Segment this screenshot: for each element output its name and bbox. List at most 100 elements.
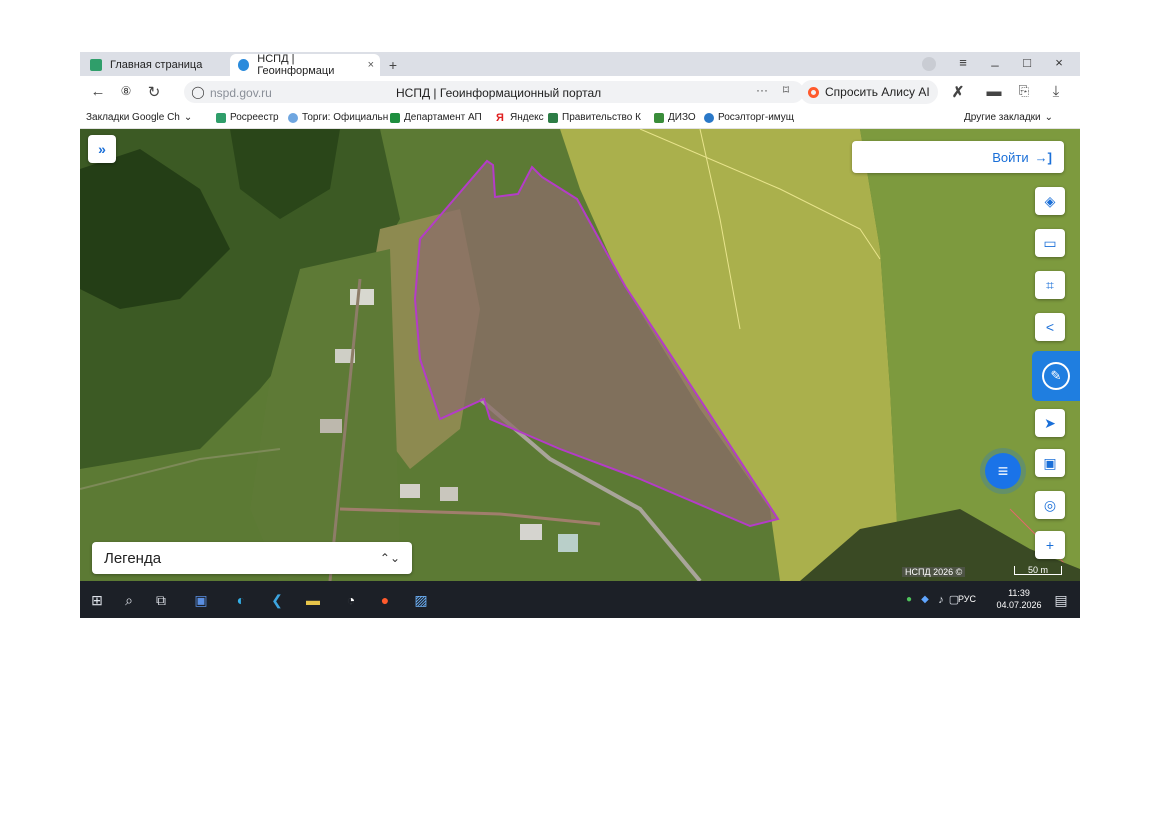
- protect-icon[interactable]: ⑧: [116, 84, 136, 98]
- clock-date: 04.07.2026: [996, 600, 1042, 610]
- layers-icon: ◈: [1044, 192, 1056, 209]
- legend-panel[interactable]: Легенда ⌃⌄: [92, 542, 412, 574]
- tab-label: Главная страница: [110, 59, 203, 71]
- zoom-in-button[interactable]: +: [1035, 531, 1065, 559]
- chat-icon: ✎: [1042, 362, 1070, 390]
- satellite-imagery: [80, 129, 1080, 581]
- more-icon[interactable]: ···: [752, 83, 772, 97]
- chevron-updown-icon: ⌃⌄: [379, 551, 400, 565]
- chevron-down-icon: ⌄: [183, 112, 193, 123]
- login-icon: →]: [1034, 149, 1052, 165]
- reload-icon[interactable]: ↻: [144, 83, 164, 101]
- print-button[interactable]: ▣: [1035, 449, 1065, 477]
- reading-mode-icon[interactable]: ▬: [984, 83, 1004, 100]
- bookmark-torgi[interactable]: Торги: Официальн: [288, 112, 388, 123]
- back-icon[interactable]: ←: [88, 83, 108, 100]
- print-icon: ▣: [1043, 454, 1057, 471]
- list-icon: ≡: [997, 460, 1009, 481]
- new-tab-button[interactable]: +: [384, 54, 402, 76]
- menu-icon[interactable]: ≡: [954, 55, 972, 70]
- start-icon[interactable]: ⊞: [88, 591, 106, 609]
- bookmark-google-chrome[interactable]: Закладки Google Ch ⌄: [86, 112, 192, 123]
- tab-label: НСПД | Геоинформаци: [257, 53, 335, 77]
- close-window-button[interactable]: ×: [1050, 55, 1068, 70]
- bookmark-rosreestr[interactable]: Росреестр: [216, 112, 279, 123]
- edge-icon[interactable]: ◐: [232, 591, 250, 609]
- chevron-down-icon: ⌄: [1044, 112, 1054, 123]
- language-indicator[interactable]: РУС: [958, 594, 976, 604]
- expand-panel-button[interactable]: »: [88, 135, 116, 163]
- menu-fab-button[interactable]: ≡: [985, 453, 1021, 489]
- task-view-icon[interactable]: ⧉: [152, 591, 170, 609]
- ruler-icon: ▭: [1043, 234, 1057, 251]
- bookmark-label: Правительство К: [562, 112, 641, 123]
- other-bookmarks[interactable]: Другие закладки ⌄: [964, 112, 1053, 123]
- bookmark-departament[interactable]: Департамент АП: [390, 112, 482, 123]
- other-bookmarks-label: Другие закладки: [964, 112, 1041, 123]
- browser-tab-bar: Главная страница НСПД | Геоинформаци × +…: [80, 52, 1080, 77]
- page-title: НСПД | Геоинформационный портал: [396, 86, 602, 100]
- dizo-icon: [654, 112, 664, 123]
- bookmark-label: Яндекс: [510, 112, 544, 123]
- clock[interactable]: 11:39 04.07.2026: [996, 587, 1042, 611]
- navigate-button[interactable]: ➤: [1035, 409, 1065, 437]
- select-area-button[interactable]: ⌗: [1035, 271, 1065, 299]
- bookmark-label: Торги: Официальн: [302, 112, 389, 123]
- roseltorg-icon: [704, 112, 714, 123]
- bookmark-icon[interactable]: ⌑: [776, 83, 796, 97]
- bookmark-roseltorg[interactable]: Росэлторг-имущ: [704, 112, 794, 123]
- url-text[interactable]: nspd.gov.ru: [210, 86, 272, 100]
- yandex-browser-icon[interactable]: ●: [376, 591, 394, 609]
- clock-time: 11:39: [1008, 588, 1030, 598]
- locate-icon: ◎: [1043, 496, 1057, 513]
- gov-icon: [548, 112, 558, 123]
- shield-icon: ◯: [191, 85, 205, 99]
- browser-app-icon[interactable]: ◔: [342, 591, 360, 609]
- minimize-button[interactable]: _: [986, 52, 1004, 67]
- login-button[interactable]: Войти →]: [852, 141, 1064, 173]
- map-viewport[interactable]: » Войти →] ◈ ▭ ⌗ < ✎ ➤ ▣ ◎ + ≡ Легенда ⌃…: [80, 129, 1080, 581]
- bookmark-pravitelstvo[interactable]: Правительство К: [548, 112, 641, 123]
- address-bar-row: ← ⑧ ↻ ◯ nspd.gov.ru НСПД | Геоинформацио…: [80, 76, 1080, 108]
- locate-button[interactable]: ◎: [1035, 491, 1065, 519]
- maximize-button[interactable]: □: [1018, 55, 1036, 70]
- notifications-icon[interactable]: ▤: [1052, 591, 1070, 609]
- file-explorer-icon[interactable]: ▬: [304, 591, 322, 609]
- search-icon[interactable]: ⌕: [120, 591, 138, 609]
- legend-label: Легенда: [104, 549, 162, 567]
- navigate-icon: ➤: [1044, 414, 1056, 431]
- rosreestr-icon: [216, 112, 226, 123]
- app-icon[interactable]: ❮: [268, 591, 286, 609]
- image-app-icon[interactable]: ▨: [412, 591, 430, 609]
- share-button[interactable]: <: [1035, 313, 1065, 341]
- assistant-tab[interactable]: ✎: [1032, 351, 1080, 401]
- tab-home[interactable]: Главная страница: [88, 54, 228, 76]
- save-app-icon[interactable]: ▣: [192, 591, 210, 609]
- scale-bar: 50 m: [1014, 566, 1062, 575]
- login-label: Войти: [992, 149, 1029, 165]
- ruler-button[interactable]: ▭: [1035, 229, 1065, 257]
- alice-label: Спросить Алису AI: [825, 85, 930, 99]
- rosreestr-favicon-icon: [90, 59, 102, 71]
- tab-close-icon[interactable]: ×: [368, 59, 374, 71]
- nspd-favicon-icon: [238, 59, 250, 71]
- layers-button[interactable]: ◈: [1035, 187, 1065, 215]
- profile-avatar[interactable]: [922, 57, 936, 71]
- tab-nspd[interactable]: НСПД | Геоинформаци ×: [230, 53, 380, 77]
- bookmark-label: Департамент АП: [404, 112, 482, 123]
- alice-icon: [808, 86, 819, 98]
- alice-button[interactable]: Спросить Алису AI: [800, 80, 938, 104]
- bookmark-label: Закладки Google Ch: [86, 112, 180, 123]
- torgi-icon: [288, 112, 298, 123]
- map-attribution: НСПД 2026 ©: [902, 567, 966, 577]
- bookmark-yandex[interactable]: Я Яндекс: [496, 112, 544, 123]
- download-icon[interactable]: ⤓: [1046, 83, 1066, 100]
- windows-taskbar: ⊞ ⌕ ⧉ ▣ ◐ ❮ ▬ ◔ ● ▨ ● ◆ ♪ ▢ РУС 11:39 04…: [80, 581, 1080, 618]
- screen: Главная страница НСПД | Геоинформаци × +…: [80, 52, 1080, 618]
- select-area-icon: ⌗: [1046, 276, 1054, 293]
- collections-icon[interactable]: ⎘: [1014, 83, 1034, 99]
- share-icon: <: [1045, 319, 1055, 335]
- bookmark-dizo[interactable]: ДИЗО: [654, 112, 696, 123]
- extension-icon[interactable]: ✗: [948, 83, 968, 101]
- bookmarks-bar: Закладки Google Ch ⌄ Росреестр Торги: Оф…: [80, 108, 1080, 129]
